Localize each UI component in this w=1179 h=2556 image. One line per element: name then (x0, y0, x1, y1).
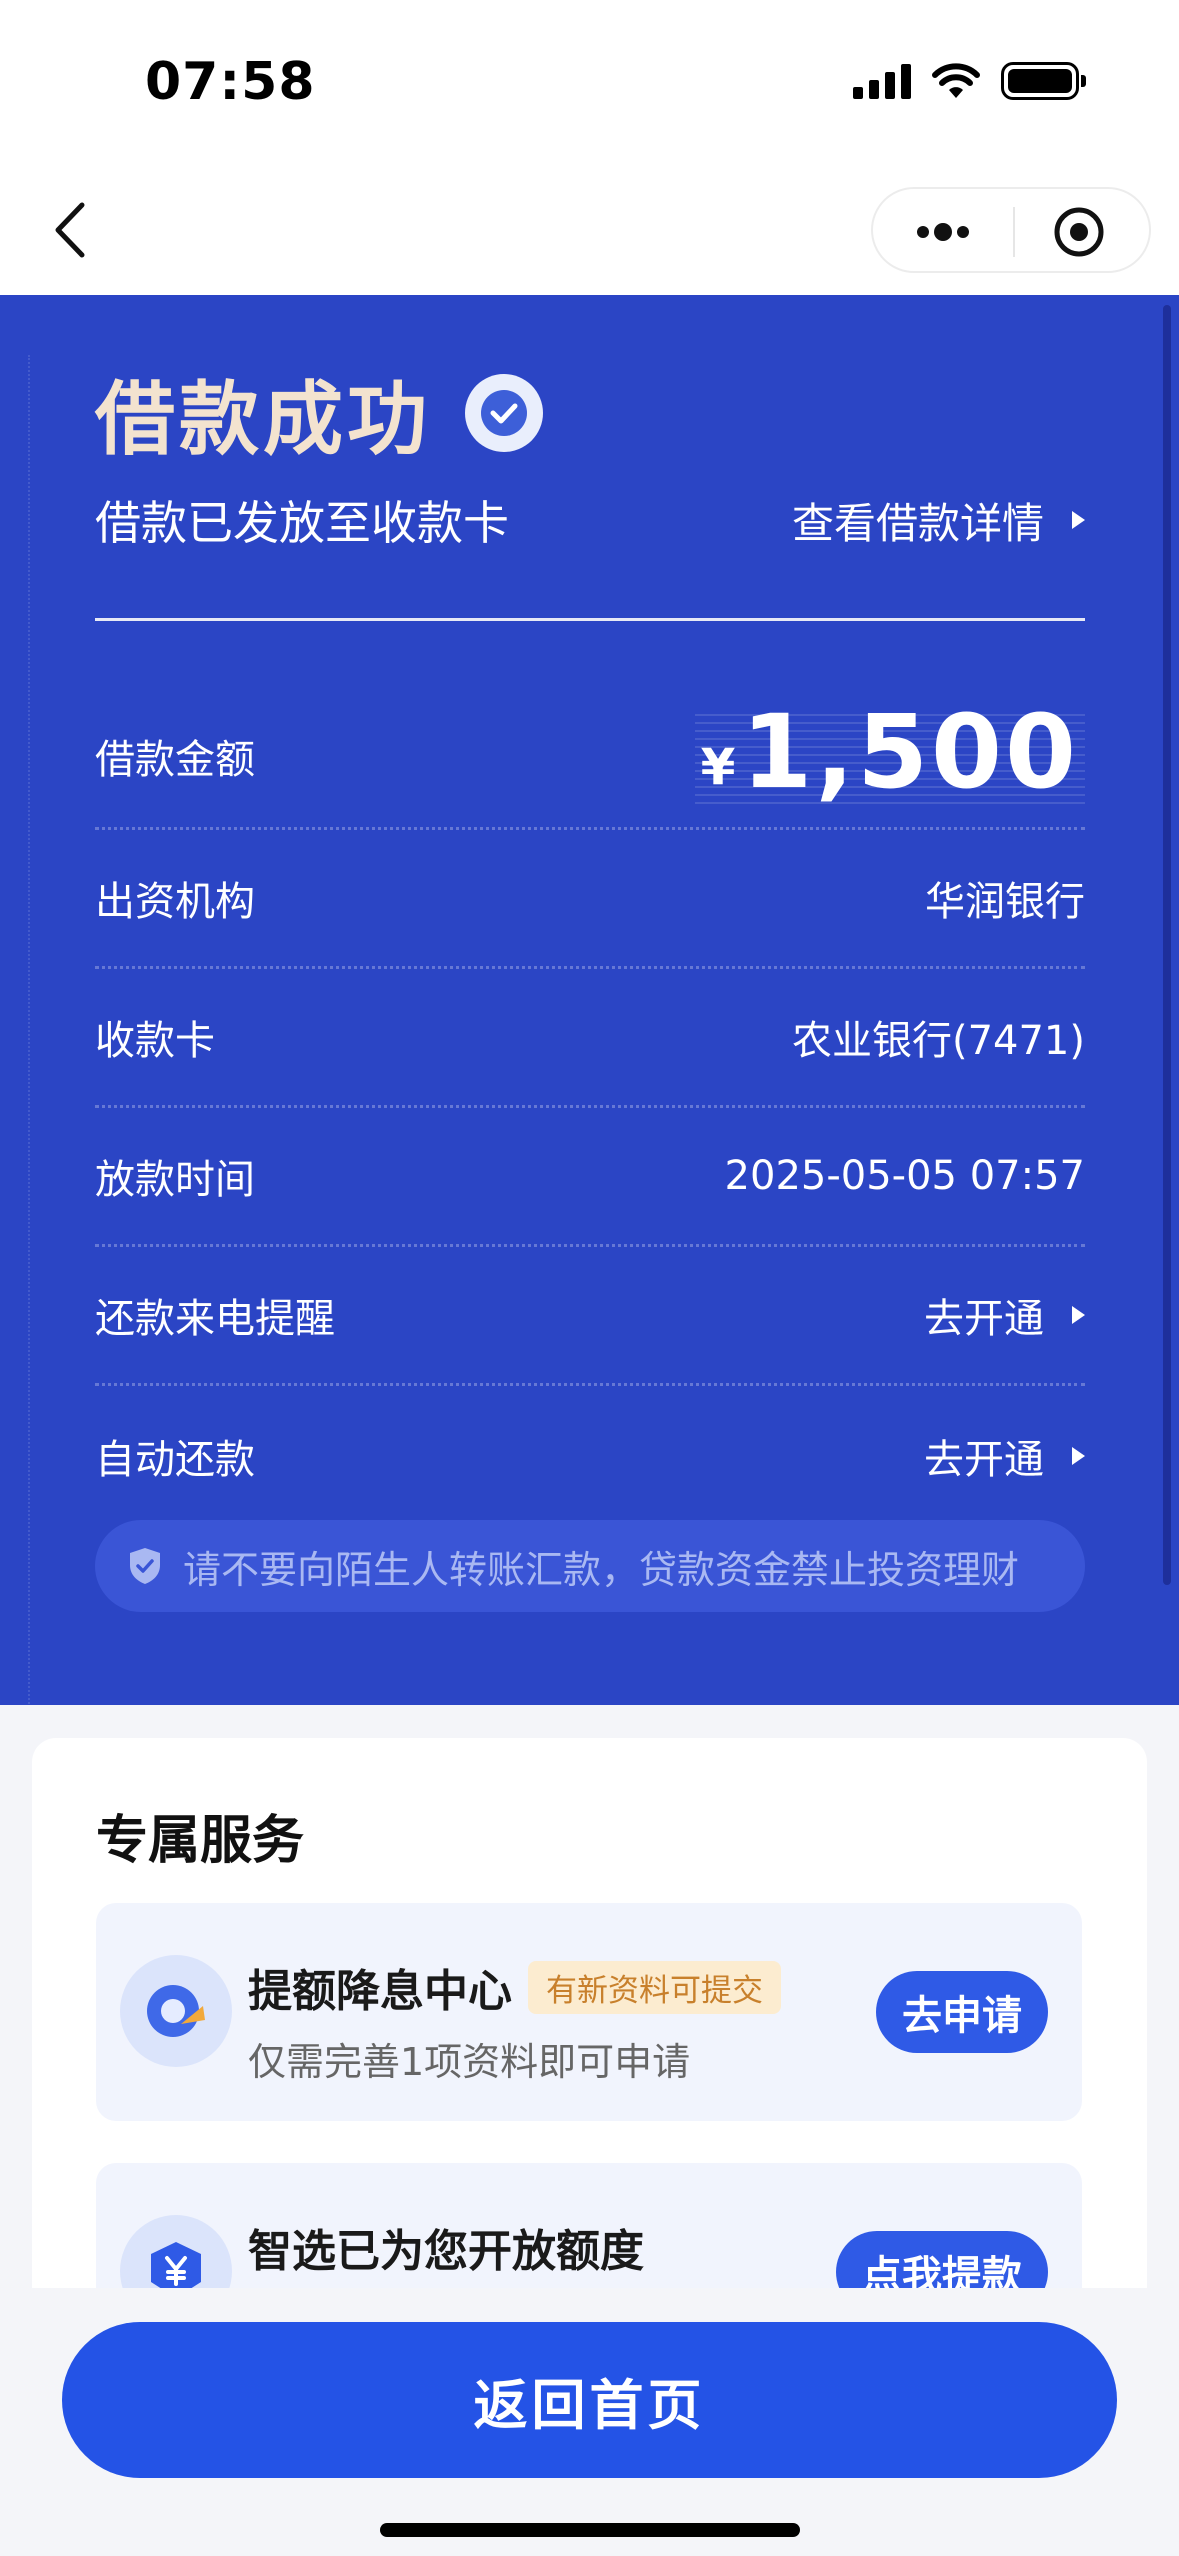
view-loan-details-link[interactable]: 查看借款详情 (792, 490, 1085, 551)
loan-result-card: 借款成功 借款已发放至收款卡 查看借款详情 借款金额 ¥ 1,500 出资机构 … (0, 295, 1179, 1705)
auto-repay-label: 自动还款 (95, 1436, 255, 1483)
lender-value: 华润银行 (925, 879, 1085, 925)
status-time: 07:58 (145, 52, 316, 112)
close-target-icon[interactable] (1031, 207, 1127, 257)
apply-button[interactable]: 去申请 (876, 1971, 1048, 2053)
auto-repay-enable-label: 去开通 (924, 1436, 1044, 1483)
arrow-right-icon (1072, 1446, 1085, 1465)
call-reminder-enable[interactable]: 去开通 (924, 1286, 1085, 1344)
page-title: 借款成功 (95, 372, 431, 466)
bottom-bar: 返回首页 (0, 2288, 1179, 2556)
service-name: 智选已为您开放额度 (248, 2215, 644, 2279)
nav-bar (0, 165, 1179, 295)
limit-center-title: 提额降息中心 (248, 1966, 512, 2017)
auto-repay-row[interactable]: 自动还款 去开通 (95, 1386, 1085, 1525)
return-home-button[interactable]: 返回首页 (62, 2322, 1117, 2478)
status-bar: 07:58 (0, 0, 1179, 165)
scrollbar[interactable] (1163, 305, 1171, 1585)
receiving-card-value: 农业银行(7471) (791, 1018, 1085, 1064)
divider-line (95, 618, 1085, 621)
new-material-badge: 有新资料可提交 (528, 1960, 781, 2014)
disbursement-time-value: 2025-05-05 07:57 (724, 1153, 1085, 1199)
view-loan-details-label: 查看借款详情 (791, 498, 1044, 548)
disbursed-subtitle: 借款已发放至收款卡 (95, 496, 509, 550)
loan-info-list: 借款金额 ¥ 1,500 出资机构 华润银行 收款卡 农业银行(7471) 放款… (95, 685, 1085, 1525)
loan-success-page: 07:58 借款成功 借款已发放至收款卡 查看借款详情 借款金额 ¥ 1,500… (0, 0, 1179, 2556)
shield-check-icon (130, 1548, 160, 1584)
disbursement-time-row: 放款时间 2025-05-05 07:57 (95, 1108, 1085, 1247)
receiving-card-row: 收款卡 农业银行(7471) (95, 969, 1085, 1108)
disbursement-time-label: 放款时间 (95, 1157, 255, 1203)
title-row: 借款成功 (95, 355, 543, 471)
home-indicator[interactable] (380, 2523, 800, 2537)
quota-title: 智选已为您开放额度 (248, 2226, 644, 2277)
arrow-right-icon (1072, 511, 1085, 529)
call-reminder-enable-label: 去开通 (924, 1296, 1044, 1342)
success-check-icon (465, 374, 543, 452)
battery-icon (1001, 62, 1086, 100)
cellular-signal-icon (853, 63, 911, 99)
currency-symbol: ¥ (700, 738, 736, 796)
receiving-card-label: 收款卡 (95, 1018, 215, 1064)
wifi-icon (932, 63, 980, 98)
arrow-right-icon (1072, 1306, 1085, 1324)
subtitle-row: 借款已发放至收款卡 查看借款详情 (95, 490, 1085, 550)
back-chevron-icon[interactable] (40, 195, 110, 265)
capsule-divider (1013, 207, 1015, 257)
service-name: 提额降息中心 有新资料可提交 (248, 1955, 781, 2019)
safety-notice: 请不要向陌生人转账汇款，贷款资金禁止投资理财 (95, 1520, 1085, 1612)
amount-display: ¥ 1,500 (694, 702, 1085, 804)
safety-notice-text: 请不要向陌生人转账汇款，贷款资金禁止投资理财 (183, 1547, 1020, 1592)
services-title: 专属服务 (96, 1811, 305, 1871)
rate-center-icon (120, 1955, 232, 2067)
loan-amount: 1,500 (741, 693, 1079, 812)
amount-row: 借款金额 ¥ 1,500 (95, 685, 1085, 830)
more-dots-icon[interactable] (895, 207, 991, 257)
call-reminder-row[interactable]: 还款来电提醒 去开通 (95, 1247, 1085, 1386)
call-reminder-label: 还款来电提醒 (95, 1296, 335, 1342)
mini-program-capsule (871, 187, 1151, 273)
lender-row: 出资机构 华润银行 (95, 830, 1085, 969)
status-icons (853, 62, 1086, 100)
side-watermark (28, 355, 44, 1705)
auto-repay-enable[interactable]: 去开通 (924, 1427, 1085, 1485)
service-item-limit-increase[interactable]: 提额降息中心 有新资料可提交 仅需完善1项资料即可申请 去申请 (96, 1903, 1082, 2121)
service-desc: 仅需完善1项资料即可申请 (248, 2040, 691, 2084)
amount-label: 借款金额 (95, 737, 255, 783)
lender-label: 出资机构 (95, 879, 255, 925)
